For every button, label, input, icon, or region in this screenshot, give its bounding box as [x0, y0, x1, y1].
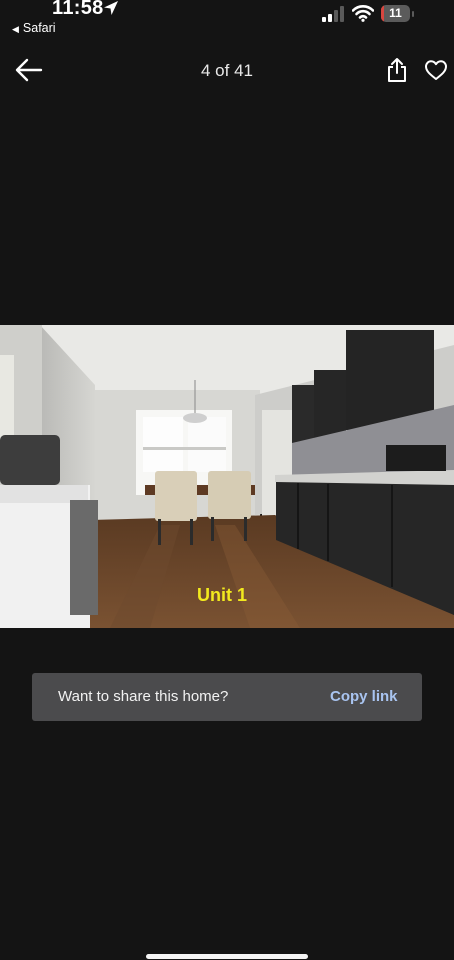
- cellular-signal-icon: [322, 6, 344, 22]
- battery-cap: [412, 11, 414, 17]
- copy-link-button[interactable]: Copy link: [330, 688, 398, 705]
- heart-outline-icon[interactable]: [424, 58, 448, 82]
- battery-indicator: 11: [381, 5, 415, 22]
- status-bar: 11:58 ◀ Safari 11: [0, 0, 454, 40]
- listing-photo[interactable]: [0, 325, 454, 628]
- wifi-icon: [352, 5, 374, 22]
- home-indicator[interactable]: [146, 954, 308, 959]
- photo-watermark: Unit 1: [197, 585, 248, 605]
- share-toast-message: Want to share this home?: [58, 688, 229, 705]
- kitchen-dining-image: [0, 325, 454, 628]
- battery-level: 11: [389, 6, 402, 20]
- location-arrow-icon: [104, 1, 118, 15]
- back-app-label: Safari: [22, 21, 56, 35]
- status-time: 11:58: [52, 0, 104, 19]
- battery-body: 11: [381, 5, 410, 22]
- back-triangle-icon: ◀: [12, 24, 19, 34]
- back-to-safari-link[interactable]: ◀ Safari: [12, 21, 56, 35]
- share-icon[interactable]: [385, 57, 409, 83]
- share-toast: Want to share this home? Copy link: [32, 673, 422, 721]
